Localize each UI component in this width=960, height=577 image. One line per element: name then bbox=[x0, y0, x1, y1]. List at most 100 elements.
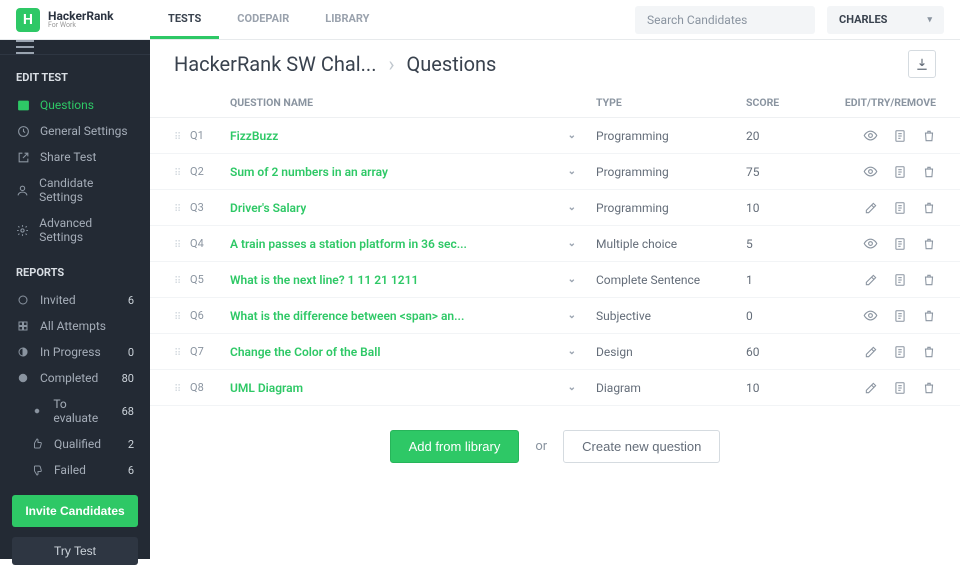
try-icon[interactable] bbox=[892, 308, 907, 323]
question-number: Q7 bbox=[190, 345, 230, 358]
topnav-tests[interactable]: TESTS bbox=[150, 0, 219, 39]
expand-chevron-icon[interactable]: ⌄ bbox=[568, 310, 576, 321]
try-icon[interactable] bbox=[892, 164, 907, 179]
sidebar-item-candidate-settings[interactable]: Candidate Settings bbox=[0, 170, 150, 210]
sidebar-item-share-test[interactable]: Share Test bbox=[0, 144, 150, 170]
edit-icon[interactable] bbox=[863, 380, 878, 395]
view-icon[interactable] bbox=[863, 164, 878, 179]
question-name-link[interactable]: Sum of 2 numbers in an array bbox=[230, 165, 388, 179]
drag-handle-icon[interactable]: ⠿ bbox=[174, 168, 181, 179]
remove-icon[interactable] bbox=[921, 380, 936, 395]
sidebar-item-in-progress[interactable]: In Progress0 bbox=[0, 339, 150, 365]
sidebar-item-count: 80 bbox=[122, 372, 134, 385]
sidebar-item-count: 0 bbox=[128, 346, 134, 359]
remove-icon[interactable] bbox=[921, 308, 936, 323]
gear-icon bbox=[16, 223, 29, 237]
expand-chevron-icon[interactable]: ⌄ bbox=[568, 346, 576, 357]
create-new-question-button[interactable]: Create new question bbox=[563, 430, 720, 463]
remove-icon[interactable] bbox=[921, 236, 936, 251]
remove-icon[interactable] bbox=[921, 272, 936, 287]
download-icon bbox=[915, 57, 929, 71]
question-number: Q5 bbox=[190, 273, 230, 286]
action-buttons: Add from library or Create new question bbox=[150, 406, 960, 487]
remove-icon[interactable] bbox=[921, 344, 936, 359]
sidebar-item-qualified[interactable]: Qualified2 bbox=[0, 431, 150, 457]
question-score: 10 bbox=[746, 201, 826, 215]
expand-chevron-icon[interactable]: ⌄ bbox=[568, 238, 576, 249]
drag-handle-icon[interactable]: ⠿ bbox=[174, 312, 181, 323]
question-name-link[interactable]: UML Diagram bbox=[230, 381, 303, 395]
drag-handle-icon[interactable]: ⠿ bbox=[174, 348, 181, 359]
expand-chevron-icon[interactable]: ⌄ bbox=[568, 202, 576, 213]
question-type: Programming bbox=[596, 165, 746, 179]
expand-chevron-icon[interactable]: ⌄ bbox=[568, 382, 576, 393]
try-icon[interactable] bbox=[892, 344, 907, 359]
dot-icon bbox=[30, 404, 43, 418]
invite-candidates-button[interactable]: Invite Candidates bbox=[12, 495, 138, 527]
sidebar-item-label: Share Test bbox=[40, 150, 96, 164]
drag-handle-icon[interactable]: ⠿ bbox=[174, 384, 181, 395]
search-input[interactable]: Search Candidates bbox=[635, 6, 815, 34]
try-icon[interactable] bbox=[892, 128, 907, 143]
remove-icon[interactable] bbox=[921, 164, 936, 179]
question-name-link[interactable]: A train passes a station platform in 36 … bbox=[230, 237, 467, 251]
user-dropdown[interactable]: CHARLES ▾ bbox=[827, 6, 944, 34]
topnav-codepair[interactable]: CODEPAIR bbox=[219, 0, 307, 39]
question-name-link[interactable]: What is the difference between <span> an… bbox=[230, 309, 464, 323]
sidebar-item-failed[interactable]: Failed6 bbox=[0, 457, 150, 483]
try-icon[interactable] bbox=[892, 380, 907, 395]
sidebar-item-questions[interactable]: Questions bbox=[0, 92, 150, 118]
or-text: or bbox=[535, 439, 547, 454]
view-icon[interactable] bbox=[863, 236, 878, 251]
drag-handle-icon[interactable]: ⠿ bbox=[174, 276, 181, 287]
try-test-button[interactable]: Try Test bbox=[12, 537, 138, 565]
sidebar-item-completed[interactable]: Completed80 bbox=[0, 365, 150, 391]
edit-icon[interactable] bbox=[863, 200, 878, 215]
sidebar-item-general-settings[interactable]: General Settings bbox=[0, 118, 150, 144]
question-name-link[interactable]: FizzBuzz bbox=[230, 129, 278, 143]
circle-filled-icon bbox=[16, 371, 30, 385]
question-name-link[interactable]: Driver's Salary bbox=[230, 201, 306, 215]
question-name-link[interactable]: Change the Color of the Ball bbox=[230, 345, 380, 359]
expand-chevron-icon[interactable]: ⌄ bbox=[568, 274, 576, 285]
try-icon[interactable] bbox=[892, 236, 907, 251]
edit-icon[interactable] bbox=[863, 344, 878, 359]
try-icon[interactable] bbox=[892, 200, 907, 215]
breadcrumb-test-name[interactable]: HackerRank SW Chal... bbox=[174, 52, 376, 76]
try-icon[interactable] bbox=[892, 272, 907, 287]
sidebar-item-count: 6 bbox=[128, 294, 134, 307]
table-row: ⠿Q8UML Diagram⌄Diagram10 bbox=[150, 370, 960, 406]
question-type: Diagram bbox=[596, 381, 746, 395]
breadcrumb: HackerRank SW Chal... › Questions bbox=[150, 40, 960, 88]
sidebar-item-advanced-settings[interactable]: Advanced Settings bbox=[0, 210, 150, 250]
add-from-library-button[interactable]: Add from library bbox=[390, 430, 520, 463]
view-icon[interactable] bbox=[863, 128, 878, 143]
edit-icon[interactable] bbox=[863, 272, 878, 287]
topnav-library[interactable]: LIBRARY bbox=[307, 0, 387, 39]
question-type: Multiple choice bbox=[596, 237, 746, 251]
sidebar-item-all-attempts[interactable]: All Attempts bbox=[0, 313, 150, 339]
logo[interactable]: H HackerRank For Work bbox=[0, 8, 150, 32]
question-number: Q2 bbox=[190, 165, 230, 178]
question-score: 75 bbox=[746, 165, 826, 179]
question-score: 60 bbox=[746, 345, 826, 359]
sidebar-item-label: Questions bbox=[40, 98, 94, 112]
table-row: ⠿Q4A train passes a station platform in … bbox=[150, 226, 960, 262]
question-name-link[interactable]: What is the next line? 1 11 21 1211 bbox=[230, 273, 418, 287]
sidebar-item-label: General Settings bbox=[40, 124, 128, 138]
hamburger-icon[interactable] bbox=[16, 40, 34, 54]
user-icon bbox=[16, 183, 29, 197]
view-icon[interactable] bbox=[863, 308, 878, 323]
question-score: 0 bbox=[746, 309, 826, 323]
remove-icon[interactable] bbox=[921, 200, 936, 215]
expand-chevron-icon[interactable]: ⌄ bbox=[568, 130, 576, 141]
drag-handle-icon[interactable]: ⠿ bbox=[174, 240, 181, 251]
expand-chevron-icon[interactable]: ⌄ bbox=[568, 166, 576, 177]
sidebar-item-to-evaluate[interactable]: To evaluate68 bbox=[0, 391, 150, 431]
sidebar-item-invited[interactable]: Invited6 bbox=[0, 287, 150, 313]
sidebar: EDIT TEST QuestionsGeneral SettingsShare… bbox=[0, 40, 150, 559]
download-button[interactable] bbox=[908, 50, 936, 78]
drag-handle-icon[interactable]: ⠿ bbox=[174, 204, 181, 215]
remove-icon[interactable] bbox=[921, 128, 936, 143]
drag-handle-icon[interactable]: ⠿ bbox=[174, 132, 181, 143]
